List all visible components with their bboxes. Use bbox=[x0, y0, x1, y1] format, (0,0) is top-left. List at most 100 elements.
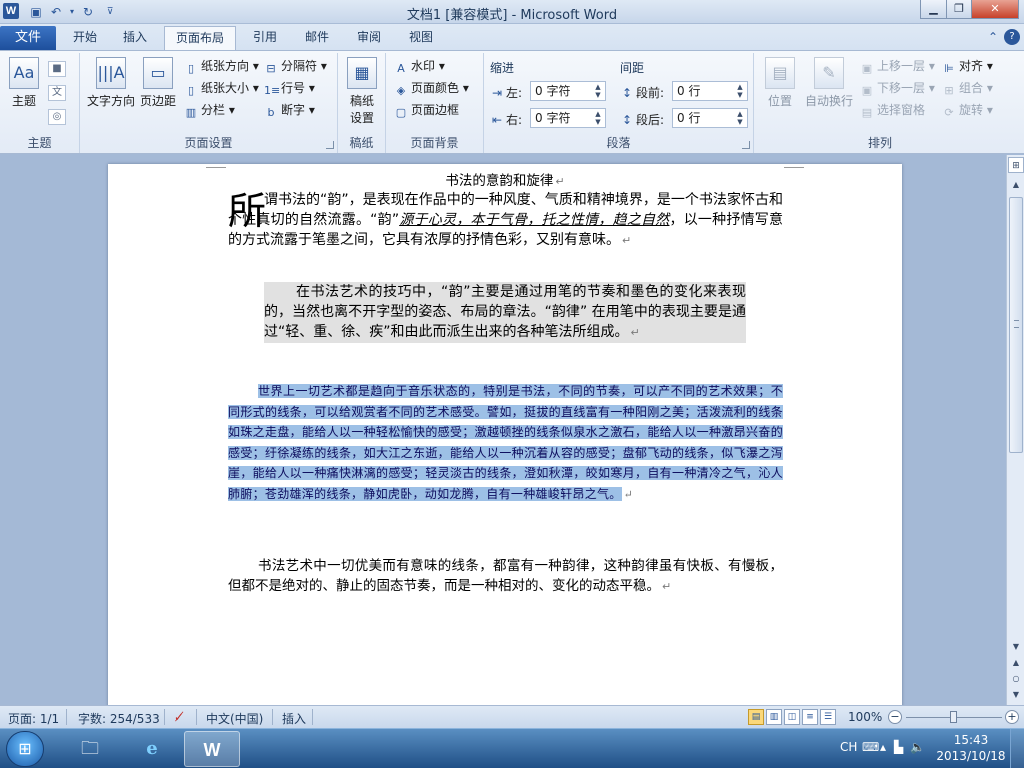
next-page-icon[interactable]: ▼ bbox=[1008, 687, 1024, 703]
title-bar: W ▣ ↶ ▾ ↻ ⊽ 文档1 [兼容模式] - Microsoft Word … bbox=[0, 0, 1024, 24]
group-manuscript: ▦ 稿纸 设置 稿纸 bbox=[338, 53, 386, 153]
minimize-button[interactable]: ▁ bbox=[920, 0, 947, 19]
tab-review[interactable]: 审阅 bbox=[346, 26, 392, 50]
file-explorer-icon[interactable]: 🗀 bbox=[62, 731, 118, 767]
spin-arrows-icon[interactable]: ▲ ▼ bbox=[593, 110, 603, 126]
paragraph-1[interactable]: 谓书法的“韵”，是表现在作品中的一种风度、气质和精神境界，是一个书法家怀古和个性… bbox=[228, 190, 783, 251]
spin-arrows-icon[interactable]: ▲ ▼ bbox=[735, 110, 745, 126]
hyphenation-button[interactable]: b 断字 ▾ bbox=[264, 101, 315, 119]
zoom-out-icon[interactable]: − bbox=[888, 710, 902, 724]
document-page[interactable]: 书法的意韵和旋律 ↵ 所 谓书法的“韵”，是表现在作品中的一种风度、气质和精神境界… bbox=[108, 164, 902, 705]
page-color-icon: ◈ bbox=[396, 84, 406, 97]
close-button[interactable]: ✕ bbox=[971, 0, 1019, 19]
indent-left-input[interactable]: 0 字符 ▲ ▼ bbox=[530, 81, 606, 101]
internet-explorer-icon[interactable]: e bbox=[124, 731, 180, 767]
help-icon[interactable]: ? bbox=[1004, 29, 1020, 45]
breaks-label: 分隔符 bbox=[281, 59, 318, 73]
rotate-button[interactable]: ⟳ 旋转 ▾ bbox=[942, 101, 992, 119]
outline-icon[interactable]: ≡ bbox=[802, 709, 818, 725]
group-page-setup: |||A 文字方向 ▭ 页边距 ▯ 纸张方向 ▾ ▯ 纸张大小 ▾ ▥ 分栏 ▾ ⊟ 分… bbox=[80, 53, 338, 153]
paragraph-2-shaded[interactable]: 在书法艺术的技巧中，“韵”主要是通过用笔的节奏和墨色的变化来表现的，当然也离不开… bbox=[264, 282, 746, 343]
ruler-toggle-icon[interactable]: ⊞ bbox=[1008, 157, 1024, 173]
colors-icon[interactable]: ■ bbox=[48, 61, 66, 77]
page-borders-button[interactable]: ▢ 页面边框 bbox=[394, 101, 459, 119]
page-color-button[interactable]: ◈ 页面颜色 ▾ bbox=[394, 79, 469, 97]
tab-file[interactable]: 文件 bbox=[0, 26, 56, 50]
indent-left-icon: ⇥ bbox=[492, 86, 503, 100]
wrap-text-button[interactable]: ✎ 自动换行 bbox=[804, 57, 854, 109]
group-theme: Aa 主题 ■ 文 ◎ 主题 bbox=[0, 53, 80, 153]
paragraph-4[interactable]: 书法艺术中一切优美而有意味的线条，都富有一种韵律，这种韵律虽有快板、有慢板，但都… bbox=[228, 556, 783, 597]
spin-arrows-icon[interactable]: ▲ ▼ bbox=[593, 83, 603, 99]
proofing-icon[interactable]: ✓̸ bbox=[174, 710, 184, 724]
keyboard-icon[interactable]: ⌨ bbox=[862, 740, 879, 754]
paragraph-3-selected[interactable]: 世界上一切艺术都是趋向于音乐状态的，特别是书法，不同的节奏，可以产不同的艺术效果… bbox=[228, 381, 783, 506]
paragraph-launcher-icon[interactable] bbox=[742, 141, 750, 149]
tab-insert[interactable]: 插入 bbox=[112, 26, 158, 50]
bring-forward-button[interactable]: ▣ 上移一层 ▾ bbox=[860, 57, 935, 75]
rotate-label: 旋转 bbox=[959, 103, 984, 117]
word-icon[interactable]: W bbox=[184, 731, 240, 767]
text-direction-icon: |||A bbox=[96, 57, 126, 89]
network-icon[interactable]: ▙ bbox=[894, 740, 903, 754]
document-area[interactable]: 书法的意韵和旋律 ↵ 所 谓书法的“韵”，是表现在作品中的一种风度、气质和精神境界… bbox=[0, 155, 1006, 705]
print-layout-icon[interactable]: ▤ bbox=[748, 709, 764, 725]
page-count[interactable]: 页面: 1/1 bbox=[8, 710, 59, 727]
page-setup-launcher-icon[interactable] bbox=[326, 141, 334, 149]
zoom-in-icon[interactable]: + bbox=[1005, 710, 1019, 724]
send-backward-button[interactable]: ▣ 下移一层 ▾ bbox=[860, 79, 935, 97]
draft-icon[interactable]: ☰ bbox=[820, 709, 836, 725]
vertical-scrollbar[interactable]: ⊞ ▲ ▼ ▲ ○ ▼ bbox=[1006, 155, 1024, 705]
start-orb-icon[interactable]: ⊞ bbox=[6, 731, 44, 767]
fonts-icon[interactable]: 文 bbox=[48, 85, 66, 101]
tab-view[interactable]: 视图 bbox=[398, 26, 444, 50]
tab-mailings[interactable]: 邮件 bbox=[294, 26, 340, 50]
line-numbers-button[interactable]: 1≡行号 ▾ bbox=[264, 79, 315, 97]
text-direction-button[interactable]: |||A 文字方向 bbox=[86, 57, 136, 109]
minimize-ribbon-icon[interactable]: ⌃ bbox=[985, 29, 1001, 45]
maximize-button[interactable]: ❐ bbox=[946, 0, 972, 19]
language[interactable]: 中文(中国) bbox=[206, 710, 263, 727]
manuscript-settings-button[interactable]: ▦ 稿纸 设置 bbox=[344, 57, 380, 126]
word-count[interactable]: 字数: 254/533 bbox=[78, 710, 160, 727]
position-button[interactable]: ▤ 位置 bbox=[762, 57, 798, 109]
tab-home[interactable]: 开始 bbox=[62, 26, 108, 50]
orientation-button[interactable]: ▯ 纸张方向 ▾ bbox=[184, 57, 259, 75]
scroll-down-icon[interactable]: ▼ bbox=[1008, 639, 1024, 655]
document-title-text: 书法的意韵和旋律 bbox=[445, 173, 554, 189]
effects-icon[interactable]: ◎ bbox=[48, 109, 66, 125]
tab-references[interactable]: 引用 bbox=[242, 26, 288, 50]
zoom-slider-thumb[interactable] bbox=[950, 711, 957, 723]
tab-page-layout[interactable]: 页面布局 bbox=[164, 26, 236, 50]
browse-object-icon[interactable]: ○ bbox=[1008, 671, 1024, 687]
group-button[interactable]: ⊞ 组合 ▾ bbox=[942, 79, 992, 97]
page-size-button[interactable]: ▯ 纸张大小 ▾ bbox=[184, 79, 259, 97]
breaks-button[interactable]: ⊟ 分隔符 ▾ bbox=[264, 57, 326, 75]
show-hidden-icons-icon[interactable]: ▴ bbox=[880, 740, 886, 754]
spin-arrows-icon[interactable]: ▲ ▼ bbox=[735, 83, 745, 99]
scroll-up-icon[interactable]: ▲ bbox=[1008, 177, 1024, 193]
selection-pane-button[interactable]: ▤ 选择窗格 bbox=[860, 101, 925, 119]
insert-mode[interactable]: 插入 bbox=[282, 710, 306, 727]
spacing-after-input[interactable]: 0 行 ▲ ▼ bbox=[672, 108, 748, 128]
paragraph-2-text: 在书法艺术的技巧中，“韵”主要是通过用笔的节奏和墨色的变化来表现的，当然也离不开… bbox=[264, 284, 746, 340]
clock-date: 2013/10/18 bbox=[936, 749, 1006, 763]
web-layout-icon[interactable]: ◫ bbox=[784, 709, 800, 725]
spacing-before-input[interactable]: 0 行 ▲ ▼ bbox=[672, 81, 748, 101]
scrollbar-thumb[interactable] bbox=[1009, 197, 1023, 453]
show-desktop-button[interactable] bbox=[1010, 729, 1024, 768]
previous-page-icon[interactable]: ▲ bbox=[1008, 655, 1024, 671]
full-screen-reading-icon[interactable]: ▥ bbox=[766, 709, 782, 725]
volume-icon[interactable]: 🔈 bbox=[910, 740, 925, 754]
orientation-label: 纸张方向 bbox=[201, 59, 250, 73]
clock[interactable]: 15:43 2013/10/18 bbox=[936, 732, 1006, 764]
themes-button[interactable]: Aa 主题 bbox=[6, 57, 42, 109]
margins-button[interactable]: ▭ 页边距 bbox=[138, 57, 178, 109]
input-language[interactable]: CH bbox=[840, 740, 857, 754]
columns-button[interactable]: ▥ 分栏 ▾ bbox=[184, 101, 235, 119]
indent-right-input[interactable]: 0 字符 ▲ ▼ bbox=[530, 108, 606, 128]
align-button[interactable]: ⊫ 对齐 ▾ bbox=[942, 57, 993, 75]
zoom-level[interactable]: 100% bbox=[848, 710, 882, 724]
watermark-button[interactable]: A 水印 ▾ bbox=[394, 57, 445, 75]
spacing-before-label: ↕ 段前: bbox=[622, 86, 665, 100]
